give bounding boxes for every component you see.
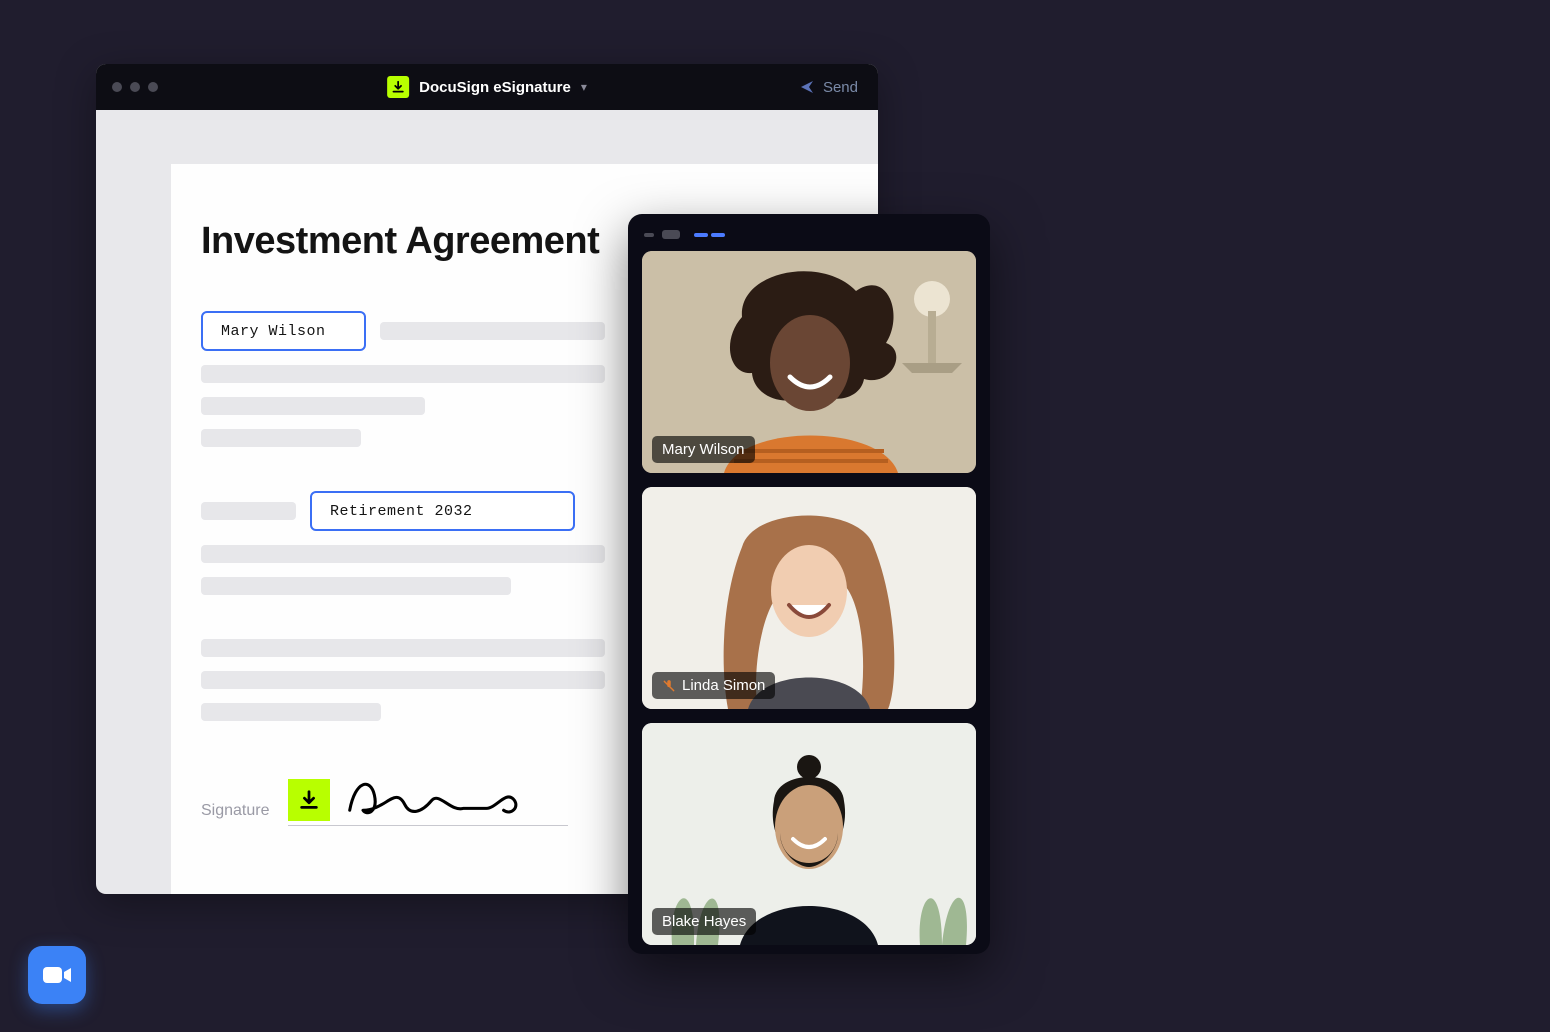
participant-name-tag: Linda Simon [652,672,775,699]
name-field[interactable]: Mary Wilson [201,311,366,351]
participant-tile[interactable]: Mary Wilson [642,251,976,473]
name-field-value: Mary Wilson [221,323,326,340]
participant-name: Blake Hayes [662,913,746,930]
participant-tile[interactable]: Blake Hayes [642,723,976,945]
window-dot[interactable] [130,82,140,92]
text-placeholder [201,577,511,595]
text-placeholder [201,545,605,563]
text-placeholder [201,502,296,520]
app-name: DocuSign eSignature [419,79,571,96]
text-placeholder [201,639,605,657]
text-placeholder [201,703,381,721]
send-label: Send [823,79,858,96]
window-dots [112,82,158,92]
text-placeholder [380,322,605,340]
text-placeholder [201,397,425,415]
participant-name-tag: Mary Wilson [652,436,755,463]
signature-label: Signature [201,802,270,826]
video-panel-header [642,228,976,251]
text-placeholder [201,671,605,689]
zoom-app-button[interactable] [28,946,86,1004]
text-placeholder [201,429,361,447]
plan-field-value: Retirement 2032 [330,503,473,520]
plan-field[interactable]: Retirement 2032 [310,491,575,531]
signature-area[interactable] [288,771,568,826]
window-dot[interactable] [112,82,122,92]
window-dot[interactable] [148,82,158,92]
download-icon [288,779,330,821]
signature-scribble [344,771,534,821]
mic-muted-icon [662,679,676,693]
participant-tile[interactable]: Linda Simon [642,487,976,709]
participant-name: Mary Wilson [662,441,745,458]
send-button[interactable]: Send [799,79,858,96]
video-call-panel: Mary Wilson L [628,214,990,954]
text-placeholder [201,365,605,383]
video-camera-icon [42,964,72,986]
vp-indicator [644,233,654,237]
docusign-icon [387,76,409,98]
doc-titlebar: DocuSign eSignature ▾ Send [96,64,878,110]
participant-name: Linda Simon [682,677,765,694]
vp-tab[interactable] [694,233,708,237]
app-title-group[interactable]: DocuSign eSignature ▾ [387,76,587,98]
vp-tab[interactable] [711,233,725,237]
send-icon [799,79,815,95]
chevron-down-icon: ▾ [581,80,587,94]
vp-indicator [662,230,680,239]
participant-name-tag: Blake Hayes [652,908,756,935]
